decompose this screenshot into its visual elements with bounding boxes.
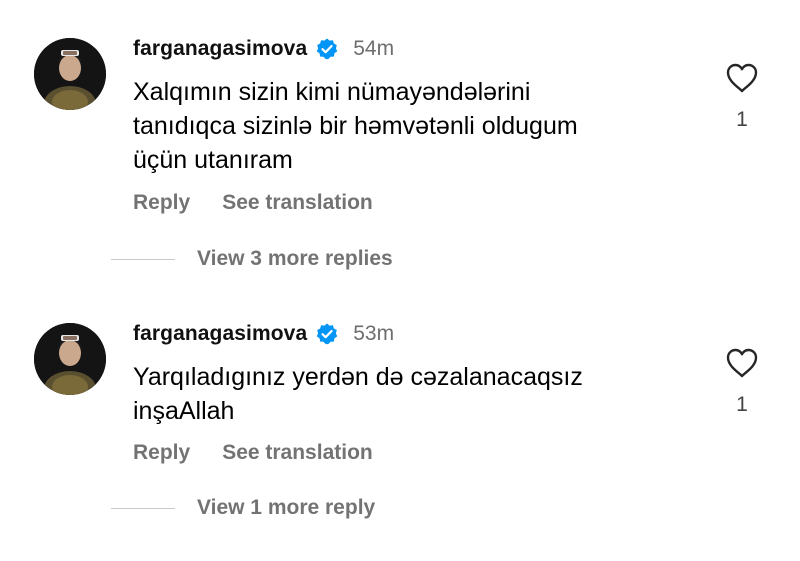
view-more-replies: View 1 more reply [111, 496, 375, 520]
reply-button[interactable]: Reply [133, 441, 190, 465]
comment-actions: Reply See translation [133, 191, 373, 215]
replies-divider-line [111, 258, 175, 260]
see-translation-button[interactable]: See translation [222, 191, 373, 215]
comment-header: farganagasimova 54m [133, 34, 394, 64]
heart-outline-icon[interactable] [725, 62, 759, 94]
username[interactable]: farganagasimova [133, 37, 307, 61]
username[interactable]: farganagasimova [133, 322, 307, 346]
reply-button[interactable]: Reply [133, 191, 190, 215]
view-more-replies: View 3 more replies [111, 247, 393, 271]
comment-timestamp: 54m [353, 37, 395, 60]
see-translation-button[interactable]: See translation [222, 441, 373, 465]
view-more-replies-button[interactable]: View 1 more reply [197, 496, 375, 520]
avatar[interactable] [34, 323, 106, 395]
comment-text: Yarqıladıgınız yerdən də cəzalanacaqsız … [133, 363, 583, 425]
view-more-replies-button[interactable]: View 3 more replies [197, 247, 393, 271]
comment-header: farganagasimova 53m [133, 319, 394, 349]
verified-badge-icon [317, 323, 338, 345]
avatar-portrait-icon [34, 323, 106, 395]
avatar-portrait-icon [34, 38, 106, 110]
like-control: 1 [724, 347, 760, 417]
comment-text: Xalqımın sizin kimi nümayəndələrini tanı… [133, 78, 578, 174]
like-count: 1 [736, 108, 748, 131]
replies-divider-line [111, 507, 175, 509]
heart-outline-icon[interactable] [725, 347, 759, 379]
comment-timestamp: 53m [353, 322, 395, 345]
verified-badge-icon [317, 38, 338, 60]
comment-actions: Reply See translation [133, 441, 373, 465]
like-count: 1 [736, 393, 748, 416]
avatar[interactable] [34, 38, 106, 110]
like-control: 1 [724, 62, 760, 132]
